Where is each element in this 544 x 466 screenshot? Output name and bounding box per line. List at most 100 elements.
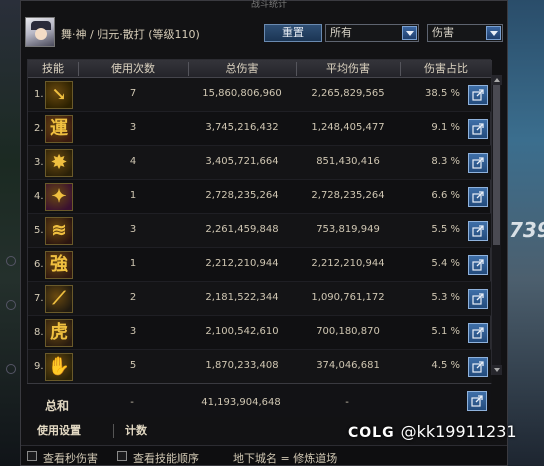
row-damage-share: 6.6 %: [431, 190, 460, 201]
share-icon: [472, 259, 484, 271]
table-row: 4. ✦ 1 2,728,235,264 2,728,235,264 6.6 %: [28, 180, 492, 214]
table-row: 8. 虎 3 2,100,542,610 700,180,870 5.1 %: [28, 316, 492, 350]
row-total-damage: 2,100,542,610: [205, 326, 279, 337]
swirl-skill-icon: ≋: [45, 217, 73, 245]
table-row: 2. 運 3 3,745,216,432 1,248,405,477 9.1 %: [28, 112, 492, 146]
row-share-button[interactable]: [468, 187, 488, 207]
row-uses: 1: [129, 190, 137, 201]
scene-orb: [6, 300, 16, 310]
row-share-button[interactable]: [468, 323, 488, 343]
row-avg-damage: 700,180,870: [316, 326, 380, 337]
lightning-arrow-skill-icon: ↘: [45, 81, 73, 109]
row-rank: 8.: [34, 327, 44, 338]
row-total-damage: 2,728,235,264: [205, 190, 279, 201]
row-rank: 6.: [34, 259, 44, 270]
row-rank: 1.: [34, 89, 44, 100]
check-dps-label: 查看秒伤害: [43, 452, 98, 465]
colg-logo: COLG: [348, 425, 395, 441]
table-row: 3. ✸ 4 3,405,721,664 851,430,416 8.3 %: [28, 146, 492, 180]
row-avg-damage: 2,265,829,565: [311, 88, 385, 99]
row-uses: 1: [129, 258, 137, 269]
filter-dropdown[interactable]: 所有: [325, 24, 419, 42]
tab-count[interactable]: 计数: [125, 421, 147, 441]
share-icon: [472, 89, 484, 101]
row-uses: 3: [129, 326, 137, 337]
metric-dropdown[interactable]: 伤害: [427, 24, 503, 42]
scene-damage-number: 739: [509, 218, 544, 242]
chevron-down-icon[interactable]: [486, 26, 501, 40]
share-icon: [472, 191, 484, 203]
scroll-down-icon[interactable]: [492, 365, 502, 375]
row-avg-damage: 1,090,761,172: [311, 292, 385, 303]
table-row: 6. 強 1 2,212,210,944 2,212,210,944 5.4 %: [28, 248, 492, 282]
row-uses: 4: [129, 156, 137, 167]
panel-header: 舞·神 / 归元·散打 (等级110) 重置 所有 伤害: [21, 13, 507, 53]
table-row: 7. ⟋ 2 2,181,522,344 1,090,761,172 5.3 %: [28, 282, 492, 316]
header-damage-share: 伤害占比: [424, 62, 468, 75]
row-uses: 5: [129, 360, 137, 371]
row-uses: 7: [129, 88, 137, 99]
header-total-damage: 总伤害: [225, 62, 259, 75]
row-share-button[interactable]: [468, 153, 488, 173]
row-damage-share: 9.1 %: [431, 122, 460, 133]
total-row: 总和 - 41,193,904,648 -: [27, 383, 491, 417]
row-uses: 2: [129, 292, 137, 303]
row-damage-share: 5.1 %: [431, 326, 460, 337]
row-rank: 3.: [34, 157, 44, 168]
character-avatar: [25, 17, 55, 47]
damage-stats-panel: 战斗统计 舞·神 / 归元·散打 (等级110) 重置 所有 伤害 技能 使用次…: [20, 0, 508, 466]
total-label: 总和: [45, 399, 70, 413]
row-total-damage: 1,870,233,408: [205, 360, 279, 371]
row-share-button[interactable]: [468, 255, 488, 275]
qiang-skill-icon: 強: [45, 251, 73, 279]
row-rank: 4.: [34, 191, 44, 202]
total-share-button[interactable]: [467, 391, 487, 411]
check-order-checkbox[interactable]: [117, 451, 127, 461]
row-rank: 2.: [34, 123, 44, 134]
filter-dropdown-value: 所有: [330, 26, 352, 39]
reset-button[interactable]: 重置: [264, 24, 322, 42]
row-share-button[interactable]: [468, 289, 488, 309]
row-total-damage: 15,860,806,960: [202, 88, 282, 99]
chevron-down-icon[interactable]: [402, 26, 417, 40]
table-scrollbar[interactable]: [491, 75, 502, 375]
palm-skill-icon: ✋: [45, 353, 73, 381]
row-share-button[interactable]: [468, 85, 488, 105]
row-damage-share: 5.5 %: [431, 224, 460, 235]
row-avg-damage: 753,819,949: [316, 224, 380, 235]
row-rank: 9.: [34, 361, 44, 372]
row-avg-damage: 851,430,416: [316, 156, 380, 167]
scrollbar-thumb[interactable]: [493, 85, 500, 245]
row-share-button[interactable]: [468, 221, 488, 241]
table-row: 9. ✋ 5 1,870,233,408 374,046,681 4.5 %: [28, 350, 492, 384]
burst-skill-icon: ✸: [45, 149, 73, 177]
header-uses: 使用次数: [111, 62, 155, 75]
tab-settings[interactable]: 使用设置: [37, 421, 81, 441]
share-icon: [472, 123, 484, 135]
avatar-face: [35, 28, 47, 40]
row-damage-share: 5.3 %: [431, 292, 460, 303]
table-header: 技能 使用次数 总伤害 平均伤害 伤害占比: [28, 60, 492, 78]
table-row: 1. ↘ 7 15,860,806,960 2,265,829,565 38.5 %: [28, 78, 492, 112]
row-uses: 3: [129, 122, 137, 133]
tab-divider: [113, 424, 114, 438]
row-rank: 5.: [34, 225, 44, 236]
watermark-handle: @kk19911231: [400, 422, 517, 441]
dungeon-name: 地下城名 = 修炼道场: [233, 452, 338, 465]
check-dps-checkbox[interactable]: [27, 451, 37, 461]
share-icon: [471, 395, 483, 407]
scroll-up-icon[interactable]: [492, 75, 502, 85]
share-icon: [472, 327, 484, 339]
total-uses: -: [130, 397, 134, 408]
row-uses: 3: [129, 224, 137, 235]
strike-skill-icon: ✦: [45, 183, 73, 211]
yun-skill-icon: 運: [45, 115, 73, 143]
slash-skill-icon: ⟋: [45, 285, 73, 313]
row-share-button[interactable]: [468, 119, 488, 139]
share-icon: [472, 361, 484, 373]
row-share-button[interactable]: [468, 357, 488, 377]
row-avg-damage: 2,212,210,944: [311, 258, 385, 269]
row-damage-share: 5.4 %: [431, 258, 460, 269]
character-title: 舞·神 / 归元·散打 (等级110): [61, 28, 200, 41]
window-title: 战斗统计: [251, 0, 288, 10]
